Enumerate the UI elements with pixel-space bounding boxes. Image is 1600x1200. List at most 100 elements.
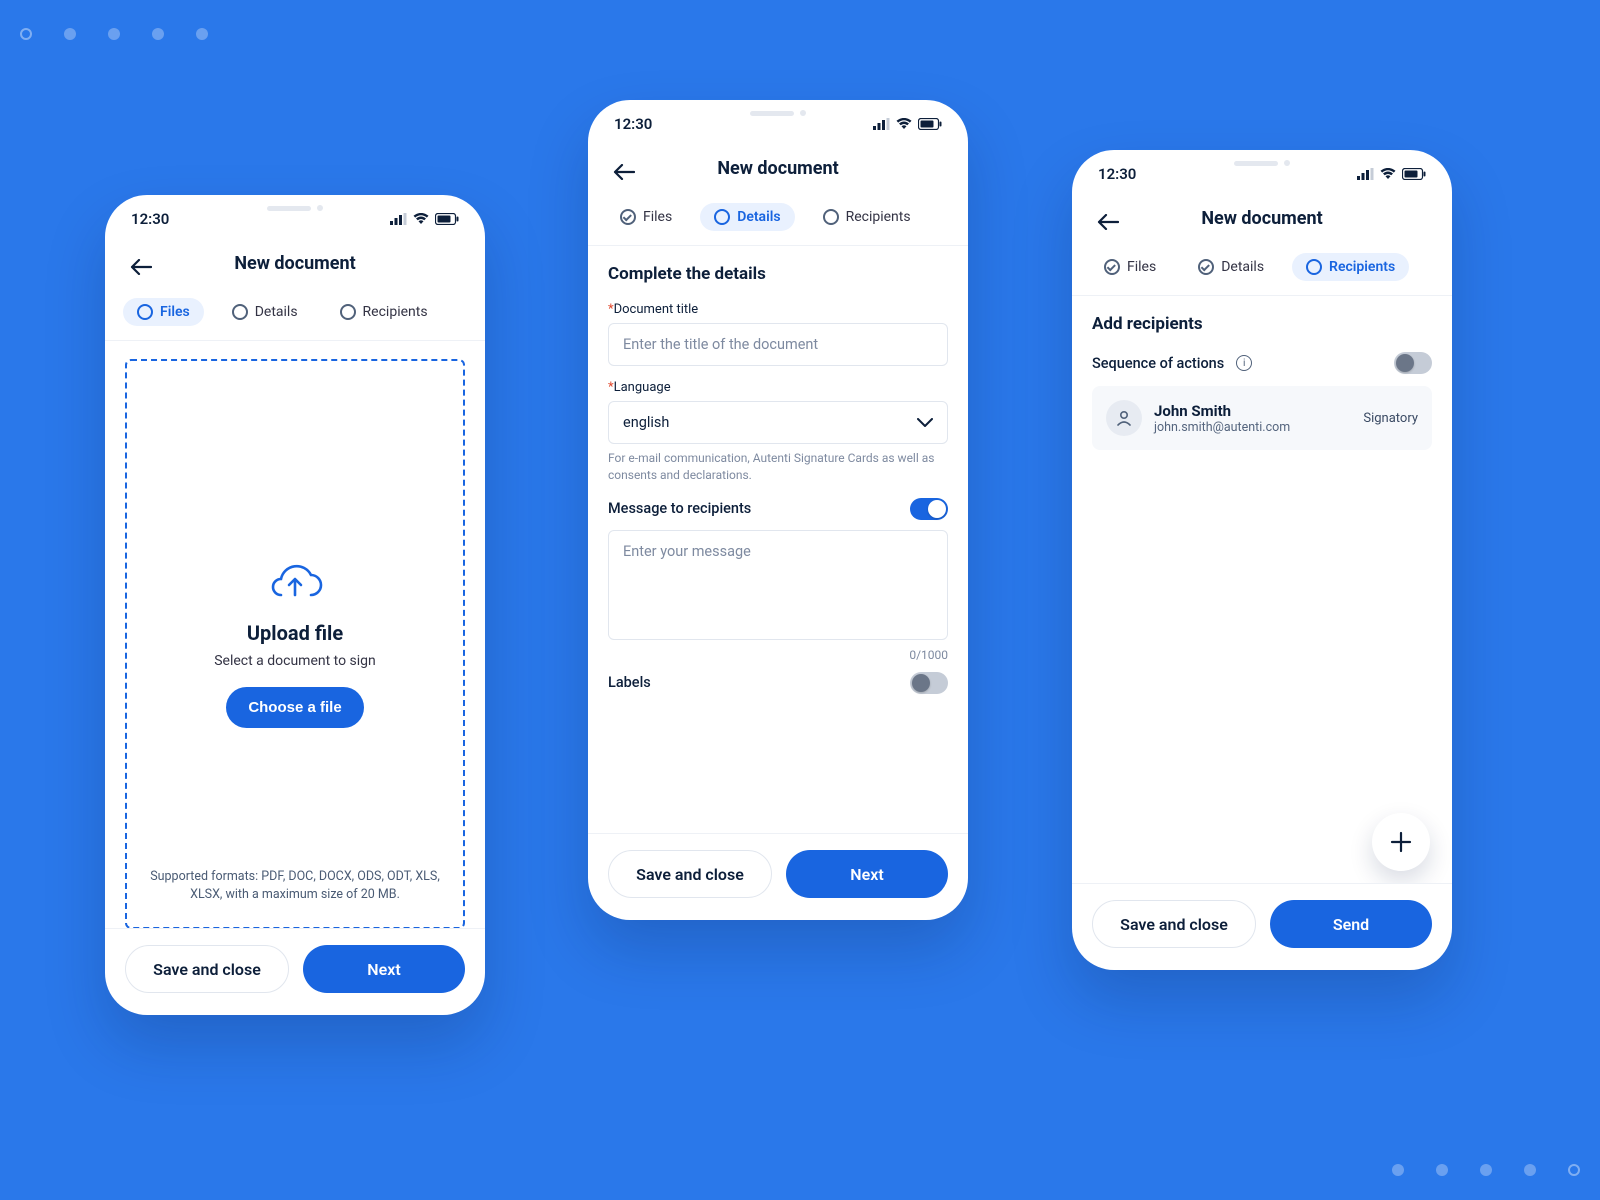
notch	[215, 195, 375, 221]
wifi-icon	[1380, 168, 1396, 180]
header: New document	[1072, 198, 1452, 247]
row-sequence-toggle: Sequence of actions i	[1092, 352, 1432, 374]
tab-label: Details	[255, 304, 298, 320]
signal-icon	[873, 118, 890, 130]
check-icon	[1104, 259, 1120, 275]
user-icon	[1115, 409, 1133, 427]
field-label: *Language	[608, 380, 948, 395]
save-close-button[interactable]: Save and close	[125, 945, 289, 993]
info-icon[interactable]: i	[1236, 355, 1252, 371]
wifi-icon	[896, 118, 912, 130]
tab-files[interactable]: Files	[123, 298, 204, 326]
tab-recipients[interactable]: Recipients	[326, 298, 442, 326]
page-title: New document	[234, 253, 355, 274]
tab-label: Files	[643, 209, 672, 225]
row-message-toggle: Message to recipients	[608, 498, 948, 520]
upload-dropzone[interactable]: Upload file Select a document to sign Ch…	[125, 359, 465, 928]
field-label: *Document title	[608, 302, 948, 317]
section-title: Add recipients	[1092, 314, 1432, 334]
status-icons	[873, 118, 942, 130]
next-button[interactable]: Next	[786, 850, 948, 898]
tab-files[interactable]: Files	[606, 203, 686, 231]
recipient-info: John Smith john.smith@autenti.com	[1154, 402, 1351, 435]
tab-recipients[interactable]: Recipients	[809, 203, 925, 231]
save-close-button[interactable]: Save and close	[608, 850, 772, 898]
radio-icon	[232, 304, 248, 320]
message-textarea[interactable]	[608, 530, 948, 640]
status-bar: 12:30	[1072, 150, 1452, 198]
page-title: New document	[717, 158, 838, 179]
signal-icon	[1357, 168, 1374, 180]
tab-label: Details	[737, 209, 780, 225]
status-icons	[390, 213, 459, 225]
status-time: 12:30	[614, 115, 652, 133]
footer: Save and close Next	[105, 928, 485, 1015]
radio-icon	[823, 209, 839, 225]
recipient-role: Signatory	[1363, 411, 1418, 426]
status-time: 12:30	[131, 210, 169, 228]
next-button[interactable]: Next	[303, 945, 465, 993]
tab-label: Recipients	[846, 209, 911, 225]
language-select[interactable]: english	[608, 401, 948, 444]
signal-icon	[390, 213, 407, 225]
arrow-left-icon	[1097, 214, 1119, 230]
recipient-card[interactable]: John Smith john.smith@autenti.com Signat…	[1092, 386, 1432, 450]
radio-icon	[137, 304, 153, 320]
toggle-label: Message to recipients	[608, 500, 751, 517]
radio-icon	[714, 209, 730, 225]
back-button[interactable]	[1094, 208, 1122, 236]
avatar	[1106, 400, 1142, 436]
toggle-label: Labels	[608, 674, 651, 691]
upload-title: Upload file	[247, 621, 343, 645]
upload-subtitle: Select a document to sign	[214, 653, 376, 669]
notch	[1182, 150, 1342, 176]
toggle-label: Sequence of actions	[1092, 355, 1224, 372]
tab-details[interactable]: Details	[218, 298, 312, 326]
back-button[interactable]	[610, 158, 638, 186]
header: New document	[105, 243, 485, 292]
row-labels-toggle: Labels	[608, 672, 948, 694]
recipient-email: john.smith@autenti.com	[1154, 420, 1351, 435]
status-icons	[1357, 168, 1426, 180]
check-icon	[1198, 259, 1214, 275]
sequence-toggle[interactable]	[1394, 352, 1432, 374]
save-close-button[interactable]: Save and close	[1092, 900, 1256, 948]
tab-details[interactable]: Details	[1184, 253, 1278, 281]
labels-toggle[interactable]	[910, 672, 948, 694]
tab-details[interactable]: Details	[700, 203, 794, 231]
chevron-down-icon	[917, 418, 933, 428]
choose-file-button[interactable]: Choose a file	[226, 687, 363, 728]
notch	[698, 100, 858, 126]
arrow-left-icon	[130, 259, 152, 275]
select-value: english	[623, 414, 669, 431]
document-title-input[interactable]	[608, 323, 948, 366]
back-button[interactable]	[127, 253, 155, 281]
footer: Save and close Send	[1072, 883, 1452, 970]
field-document-title: *Document title	[608, 302, 948, 366]
tab-label: Files	[160, 304, 190, 320]
add-recipient-button[interactable]	[1372, 813, 1430, 871]
tab-label: Details	[1221, 259, 1264, 275]
supported-formats: Supported formats: PDF, DOC, DOCX, ODS, …	[149, 868, 441, 906]
message-toggle[interactable]	[910, 498, 948, 520]
send-button[interactable]: Send	[1270, 900, 1432, 948]
tab-recipients[interactable]: Recipients	[1292, 253, 1409, 281]
tab-files[interactable]: Files	[1090, 253, 1170, 281]
radio-icon	[1306, 259, 1322, 275]
status-time: 12:30	[1098, 165, 1136, 183]
tab-label: Recipients	[363, 304, 428, 320]
step-tabs: Files Details Recipients	[105, 292, 485, 341]
field-language: *Language english For e-mail communicati…	[608, 380, 948, 484]
recipient-name: John Smith	[1154, 402, 1351, 420]
tab-label: Recipients	[1329, 259, 1395, 275]
section-title: Complete the details	[608, 264, 948, 284]
content: Add recipients Sequence of actions i Joh…	[1072, 296, 1452, 883]
content: Upload file Select a document to sign Ch…	[105, 341, 485, 928]
screen-files: 12:30 New document Files Details Recipie…	[105, 195, 485, 1015]
check-icon	[620, 209, 636, 225]
tab-label: Files	[1127, 259, 1156, 275]
content: Complete the details *Document title *La…	[588, 246, 968, 833]
toggle-label-wrap: Sequence of actions i	[1092, 355, 1252, 372]
page-title: New document	[1201, 208, 1322, 229]
footer: Save and close Next	[588, 833, 968, 920]
